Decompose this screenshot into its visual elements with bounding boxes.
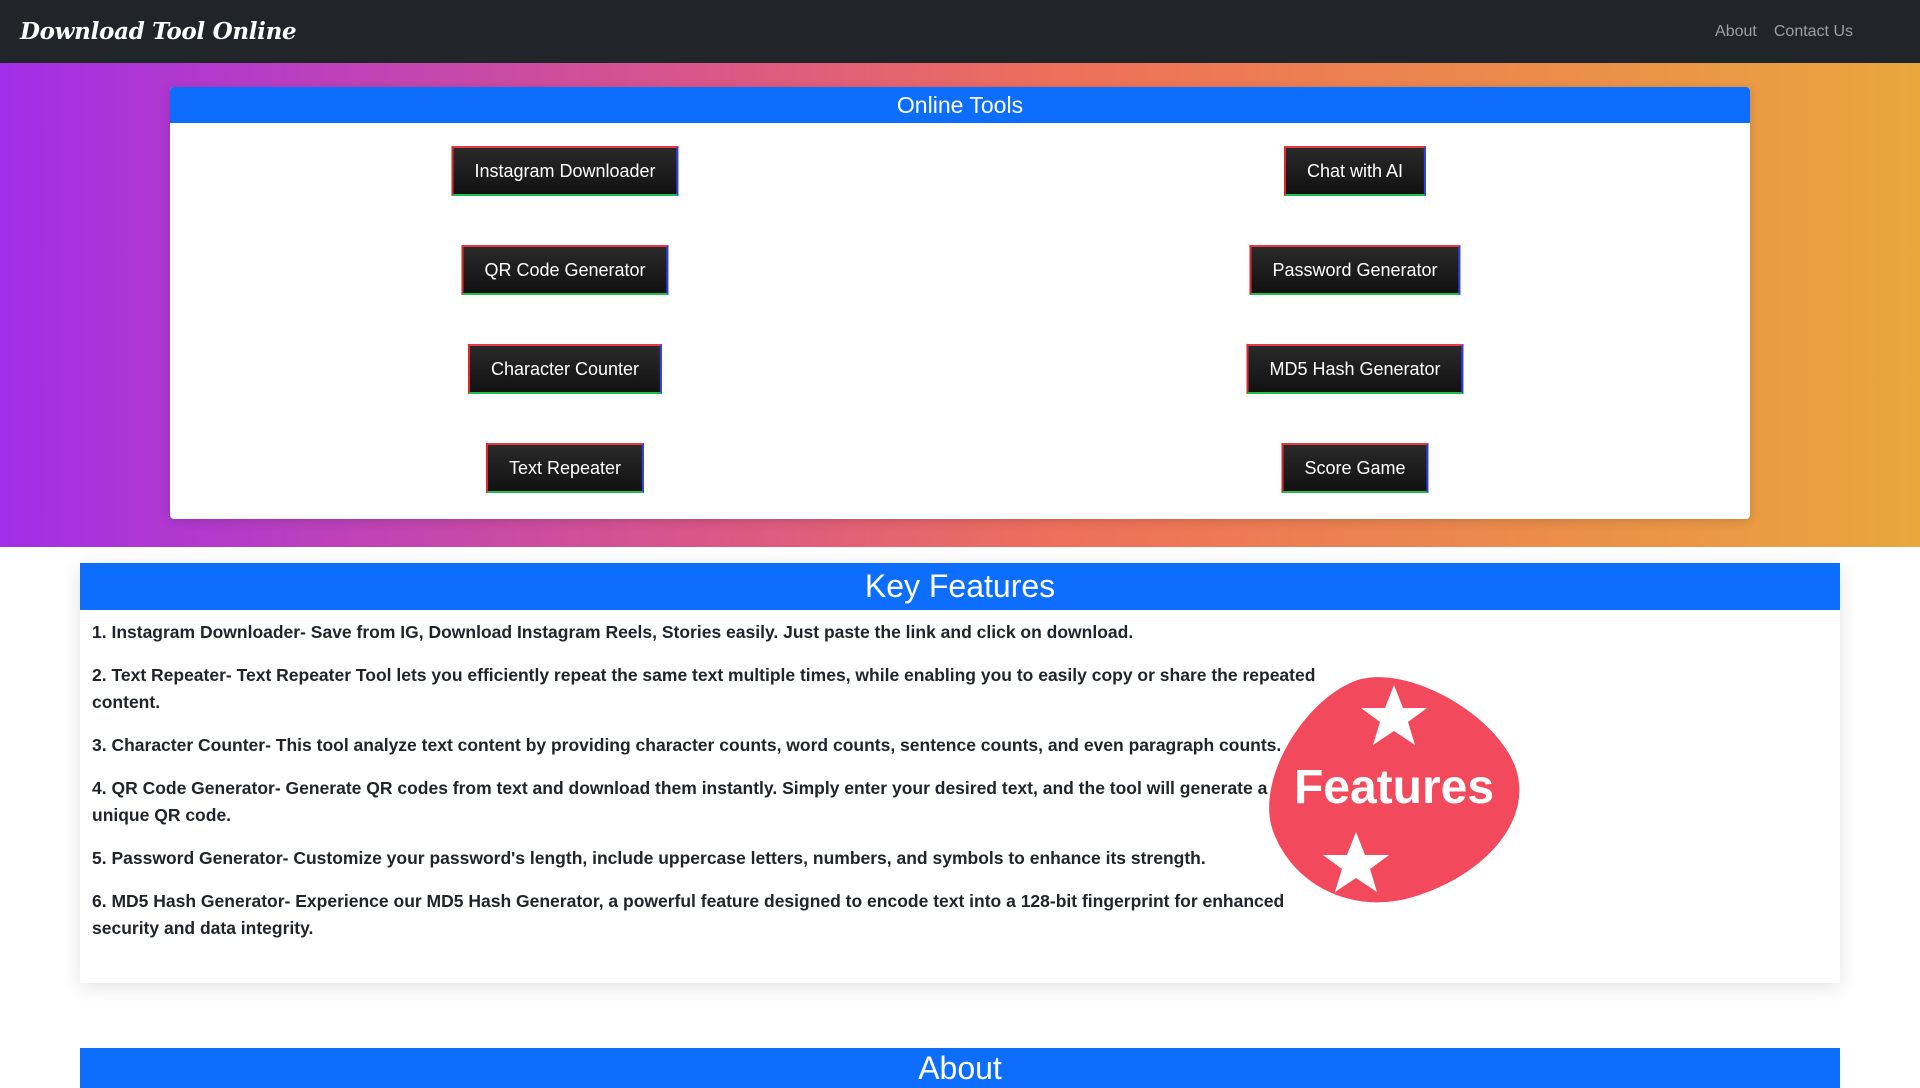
top-navbar: Download Tool Online About Contact Us [0,0,1920,63]
key-features-card: Key Features 1. Instagram Downloader- Sa… [80,563,1840,983]
online-tools-card: Online Tools Instagram Downloader Chat w… [170,87,1750,519]
online-tools-title: Online Tools [170,87,1750,123]
feature-item-md5: 6. MD5 Hash Generator- Experience our MD… [92,891,1285,938]
key-features-title: Key Features [80,563,1840,610]
instagram-downloader-button[interactable]: Instagram Downloader [451,146,679,196]
qr-code-generator-button[interactable]: QR Code Generator [461,245,669,295]
password-generator-button[interactable]: Password Generator [1249,245,1461,295]
nav-link-contact[interactable]: Contact Us [1774,23,1853,41]
score-game-button[interactable]: Score Game [1281,443,1429,493]
chat-with-ai-button[interactable]: Chat with AI [1283,146,1427,196]
feature-item-password: 5. Password Generator- Customize your pa… [92,848,1206,868]
nav-link-about[interactable]: About [1715,23,1757,41]
badge-text: Features [1294,761,1494,814]
about-section-title: About [80,1048,1840,1088]
feature-item-instagram: 1. Instagram Downloader- Save from IG, D… [92,622,1134,642]
nav-links: About Contact Us [1715,23,1853,41]
hero-section: Online Tools Instagram Downloader Chat w… [0,63,1920,547]
text-repeater-button[interactable]: Text Repeater [485,443,645,493]
character-counter-button[interactable]: Character Counter [467,344,663,394]
feature-item-character-counter: 3. Character Counter- This tool analyze … [92,735,1282,755]
feature-item-qr-code: 4. QR Code Generator- Generate QR codes … [92,778,1268,825]
brand-logo[interactable]: Download Tool Online [20,18,297,45]
feature-item-text-repeater: 2. Text Repeater- Text Repeater Tool let… [92,665,1316,712]
features-list: 1. Instagram Downloader- Save from IG, D… [92,619,1317,958]
features-badge-image: Features [1269,677,1520,903]
md5-hash-generator-button[interactable]: MD5 Hash Generator [1246,344,1464,394]
